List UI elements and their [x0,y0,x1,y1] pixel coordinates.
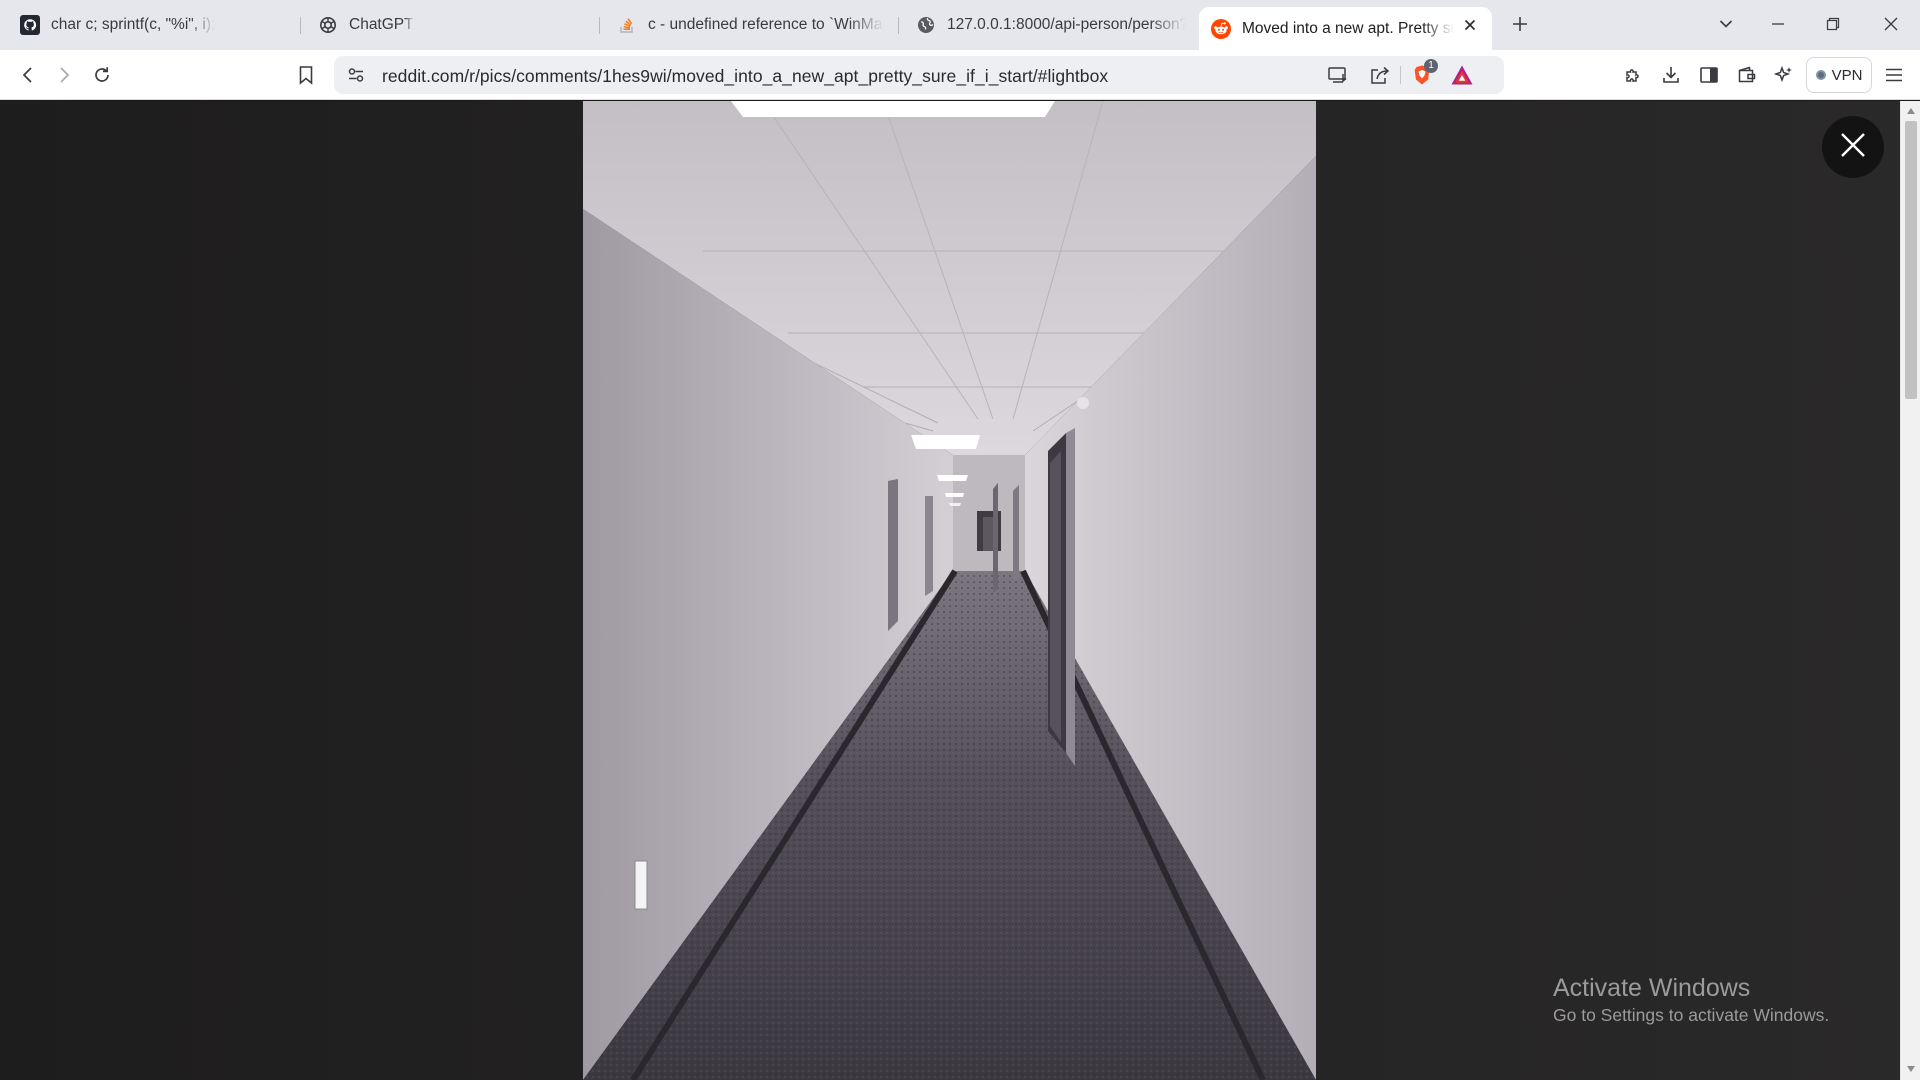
tab-separator [300,17,301,34]
shields-badge: 1 [1424,59,1438,73]
vpn-label: VPN [1831,66,1863,84]
tab-title: char c; sprintf(c, "%i", i); [51,16,216,33]
globe-icon [916,15,936,35]
page-scrollbar[interactable] [1900,101,1920,1080]
scroll-up-arrow-icon[interactable] [1905,105,1917,117]
image-lightbox: Activate Windows Go to Settings to activ… [0,101,1900,1080]
share-icon[interactable] [1368,63,1392,87]
bookmark-icon[interactable] [294,63,318,87]
tab-title: 127.0.0.1:8000/api-person/person?f [947,16,1186,33]
address-bar[interactable]: reddit.com/r/pics/comments/1hes9wi/moved… [334,56,1504,94]
chatgpt-icon [318,15,338,35]
scrollbar-thumb[interactable] [1905,121,1917,399]
menu-icon[interactable] [1882,63,1906,87]
vpn-button[interactable]: VPN [1806,57,1872,93]
tab-title: Moved into a new apt. Pretty sure [1242,19,1454,37]
tab-strip: char c; sprintf(c, "%i", i); ChatGPT c -… [0,0,1920,50]
forward-button[interactable] [52,63,76,87]
url-text[interactable]: reddit.com/r/pics/comments/1hes9wi/moved… [382,66,1108,87]
cast-icon[interactable] [1326,63,1350,87]
site-settings-icon[interactable] [344,63,368,87]
restore-button[interactable] [1820,11,1846,37]
browser-toolbar: reddit.com/r/pics/comments/1hes9wi/moved… [0,50,1920,100]
scroll-down-arrow-icon[interactable] [1905,1063,1917,1075]
tab-github[interactable]: char c; sprintf(c, "%i", i); [8,7,290,43]
tab-search-chevron-down-icon[interactable] [1713,11,1739,37]
github-icon [20,15,40,35]
tab-reddit-active[interactable]: Moved into a new apt. Pretty sure [1199,7,1492,50]
brave-rewards-icon[interactable] [1450,63,1474,87]
watermark-title: Activate Windows [1553,974,1751,1002]
activate-windows-watermark: Activate Windows Go to Settings to activ… [1553,973,1829,1027]
sidebar-icon[interactable] [1697,63,1721,87]
downloads-icon[interactable] [1659,63,1683,87]
wallet-icon[interactable] [1735,63,1759,87]
watermark-subtitle: Go to Settings to activate Windows. [1553,1005,1830,1025]
back-button[interactable] [16,63,40,87]
hallway-photo[interactable] [583,101,1316,1080]
tab-stackoverflow[interactable]: c - undefined reference to `WinMain [605,7,887,43]
tab-separator [898,17,899,34]
brave-shields-icon[interactable]: 1 [1410,59,1438,87]
extensions-icon[interactable] [1622,63,1646,87]
tab-separator [599,17,600,34]
tab-chatgpt[interactable]: ChatGPT [306,7,588,43]
close-tab-icon[interactable] [1460,15,1480,35]
stackoverflow-icon [617,15,637,35]
vpn-status-icon [1815,70,1826,80]
leo-ai-icon[interactable] [1772,63,1796,87]
minimize-button[interactable] [1765,11,1791,37]
divider [1400,66,1401,84]
close-window-button[interactable] [1878,11,1904,37]
tab-title: ChatGPT [349,16,414,33]
reddit-icon [1211,18,1231,39]
close-icon [1840,132,1866,163]
reload-button[interactable] [90,63,114,87]
close-lightbox-button[interactable] [1822,116,1884,178]
tab-localhost[interactable]: 127.0.0.1:8000/api-person/person?f [904,7,1186,43]
tab-title: c - undefined reference to `WinMain [648,16,884,33]
new-tab-button[interactable] [1508,12,1532,36]
